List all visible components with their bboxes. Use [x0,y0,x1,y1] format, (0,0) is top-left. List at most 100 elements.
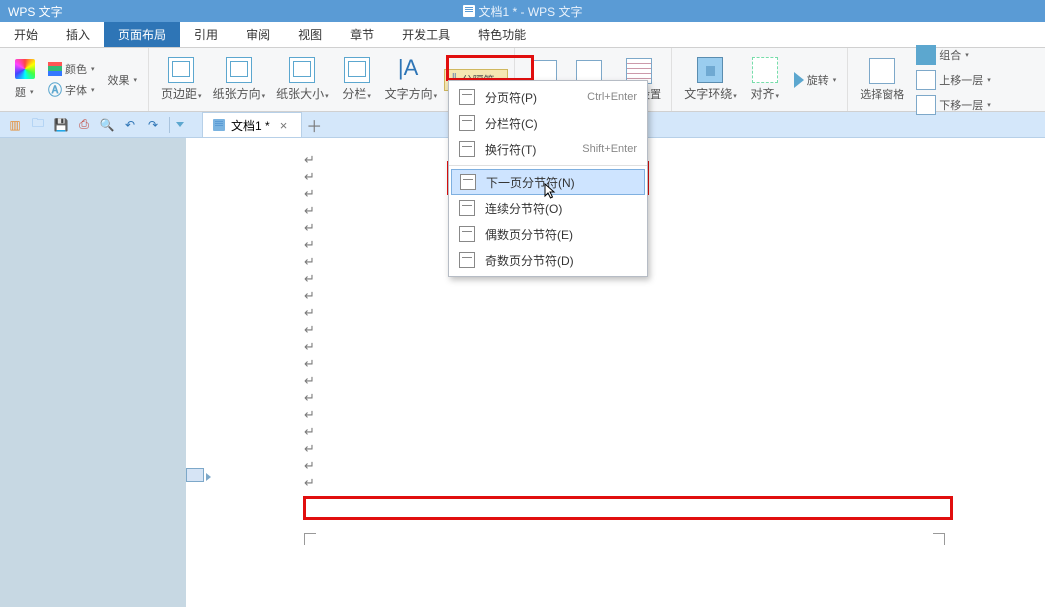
page-corner [933,533,945,545]
rotate-icon [794,72,804,88]
qat-separator [169,117,170,133]
paragraph-mark: ↵ [304,220,314,237]
paragraph-mark: ↵ [304,390,314,407]
document-icon [462,5,474,17]
group-icon [916,45,936,65]
menu-item-label: 连续分节符(O) [485,200,637,217]
menu-item-icon [459,200,475,216]
paragraph-mark: ↵ [304,254,314,271]
group-button[interactable]: 组合▾ [911,43,996,67]
columns-button[interactable]: 分栏▾ [336,55,378,104]
pagesize-icon [289,57,315,83]
page-corner [304,533,316,545]
columns-icon [344,57,370,83]
menu-item-even-section[interactable]: 偶数页分节符(E) [449,221,647,247]
theme-label: 题 [15,84,26,100]
paragraph-mark: ↵ [304,424,314,441]
menu-item-label: 分页符(P) [485,89,577,106]
menu-separator [449,165,647,166]
menu-tab-2[interactable]: 页面布局 [104,22,180,47]
qat-save[interactable]: 💾 [50,115,72,135]
menu-item-page-break[interactable]: 分页符(P)Ctrl+Enter [449,84,647,110]
fonts-label: 字体 [65,82,87,98]
rainbow-icon [15,59,35,79]
document-tab[interactable]: 文档1 * × [202,112,302,137]
menu-tab-7[interactable]: 开发工具 [388,22,464,47]
menu-item-icon [459,226,475,242]
menu-item-label: 奇数页分节符(D) [485,252,637,269]
menu-item-column-break[interactable]: 分栏符(C) [449,110,647,136]
menu-item-icon [459,141,475,157]
paragraph-mark: ↵ [304,441,314,458]
paragraph-mark: ↵ [304,271,314,288]
doctab-label: 文档1 * [231,117,270,134]
new-tab-button[interactable]: ＋ [302,113,326,137]
menu-tab-1[interactable]: 插入 [52,22,104,47]
breaks-dropdown: 分页符(P)Ctrl+Enter 分栏符(C) 换行符(T)Shift+Enter 下… [448,80,648,277]
paragraph-mark: ↵ [304,475,314,492]
menu-item-continuous-section[interactable]: 连续分节符(O) [449,195,647,221]
textdir-button[interactable]: |A文字方向▾ [381,55,442,104]
margins-button[interactable]: 页边距▾ [157,55,206,104]
menu-item-wrap-break[interactable]: 换行符(T)Shift+Enter [449,136,647,162]
theme-label-button[interactable]: 题▾ [10,82,40,102]
menu-item-icon [459,252,475,268]
fonts-icon: Ⓐ [48,83,62,97]
qat-more[interactable] [175,115,185,135]
qat-preview[interactable]: 🔍 [96,115,118,135]
effects-button[interactable]: 效果▾ [103,70,143,90]
qat-print[interactable]: ⎙ [73,115,95,135]
window-title-text: 文档1 * - WPS 文字 [478,3,582,20]
colors-label: 颜色 [65,61,87,77]
select-pane-icon [869,58,895,84]
fonts-button[interactable]: Ⓐ字体▾ [43,80,100,100]
qat-redo[interactable]: ↷ [142,115,164,135]
menu-tabs: 开始插入页面布局引用审阅视图章节开发工具特色功能 [0,22,1045,48]
paragraph-marks: ↵↵↵↵↵↵↵↵↵↵↵↵↵↵↵↵↵↵↵↵ [304,152,1045,492]
page-bottom-markers [304,533,945,545]
menu-item-label: 分栏符(C) [485,115,637,132]
qat-new[interactable]: ▥ [4,115,26,135]
theme-button[interactable] [10,57,40,81]
margins-icon [168,57,194,83]
menu-item-icon [459,115,475,131]
nav-panel[interactable] [0,138,186,607]
paragraph-mark: ↵ [304,373,314,390]
doctab-icon [213,119,225,131]
window-title: 文档1 * - WPS 文字 [462,3,582,20]
qat-open[interactable]: 🗀 [27,115,49,135]
title-bar: WPS 文字 文档1 * - WPS 文字 [0,0,1045,22]
app-name: WPS 文字 [0,3,71,20]
menu-item-icon [459,89,475,105]
menu-tab-3[interactable]: 引用 [180,22,232,47]
bring-fwd-icon [916,70,936,90]
bring-fwd-button[interactable]: 上移一层▾ [911,68,996,92]
page-tag[interactable] [186,468,204,482]
menu-item-label: 下一页分节符(N) [486,174,636,191]
menu-item-odd-section[interactable]: 奇数页分节符(D) [449,247,647,273]
colors-button[interactable]: 颜色▾ [43,59,100,79]
wrap-button[interactable]: 文字环绕▾ [680,55,741,104]
ribbon-group-pane: 选择窗格 组合▾ 上移一层▾ 下移一层▾ [850,48,1002,111]
menu-item-label: 偶数页分节符(E) [485,226,637,243]
menu-tab-5[interactable]: 视图 [284,22,336,47]
doctab-close[interactable]: × [276,118,292,133]
paragraph-mark: ↵ [304,152,314,169]
paragraph-mark: ↵ [304,407,314,424]
menu-tab-8[interactable]: 特色功能 [464,22,540,47]
pagesize-button[interactable]: 纸张大小▾ [272,55,333,104]
paragraph-mark: ↵ [304,339,314,356]
select-pane-button[interactable]: 选择窗格 [856,56,908,104]
rotate-button[interactable]: 旋转▾ [789,70,842,90]
align-button[interactable]: 对齐▾ [744,55,786,104]
menu-item-label: 换行符(T) [485,141,572,158]
ribbon-group-theme: 题▾ 颜色▾ Ⓐ字体▾ 效果▾ [4,48,149,111]
menu-tab-4[interactable]: 审阅 [232,22,284,47]
orientation-button[interactable]: 纸张方向▾ [209,55,270,104]
menu-tab-6[interactable]: 章节 [336,22,388,47]
menu-item-next-page-section[interactable]: 下一页分节符(N) [451,169,645,195]
send-back-button[interactable]: 下移一层▾ [911,93,996,117]
effects-label: 效果 [108,72,130,88]
qat-undo[interactable]: ↶ [119,115,141,135]
menu-tab-0[interactable]: 开始 [0,22,52,47]
